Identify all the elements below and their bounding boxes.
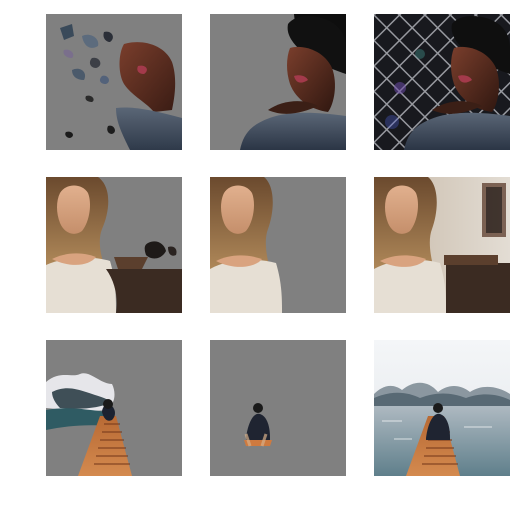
row1-masked-partial-image [46,14,182,150]
row3-masked-partial-image [46,340,182,476]
row2-masked-partial-svg [46,177,182,313]
image-grid [0,0,520,510]
row2-masked-subject-svg [210,177,346,313]
row3-masked-subject-image [210,340,346,476]
row2-masked-subject-image [210,177,346,313]
row3-masked-partial-svg [46,340,182,476]
row2-original-svg [374,177,510,313]
row1-masked-subject-svg [210,14,346,150]
row1-original-svg [374,14,510,150]
row1-original-image [374,14,510,150]
row1-masked-subject-image [210,14,346,150]
row1-masked-partial-svg [46,14,182,150]
row2-original-image [374,177,510,313]
row3-masked-subject-svg [210,340,346,476]
row3-original-svg [374,340,510,476]
row3-original-image [374,340,510,476]
row2-masked-partial-image [46,177,182,313]
